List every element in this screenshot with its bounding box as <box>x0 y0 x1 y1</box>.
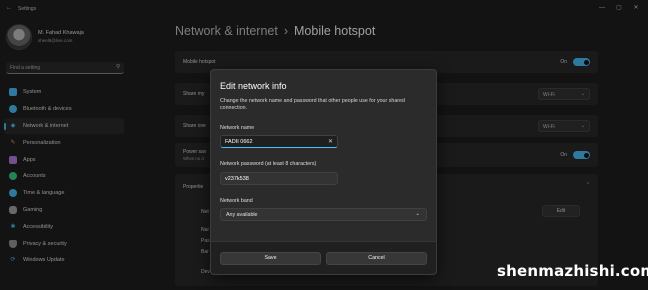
network-name-label: Network name <box>220 125 255 131</box>
dialog-footer: Save Cancel <box>211 241 436 274</box>
clear-icon[interactable]: ✕ <box>328 138 333 145</box>
edit-network-info-dialog: Edit network info Change the network nam… <box>210 69 437 275</box>
cancel-button[interactable]: Cancel <box>326 252 427 265</box>
network-password-input[interactable] <box>225 175 325 183</box>
chevron-down-icon: ⌄ <box>415 211 420 217</box>
network-band-select[interactable]: Any available ⌄ <box>220 208 427 221</box>
save-button[interactable]: Save <box>220 252 321 265</box>
dialog-description: Change the network name and password tha… <box>220 98 405 111</box>
network-name-input[interactable] <box>225 138 325 146</box>
network-name-field[interactable]: ✕ <box>220 135 338 148</box>
network-password-label: Network password (at least 8 characters) <box>220 161 317 167</box>
network-band-value: Any available <box>226 212 258 218</box>
network-password-field[interactable] <box>220 172 338 185</box>
dialog-title: Edit network info <box>220 81 287 91</box>
network-band-label: Network band <box>220 198 253 204</box>
watermark: shenmazhishi.com <box>497 262 648 280</box>
